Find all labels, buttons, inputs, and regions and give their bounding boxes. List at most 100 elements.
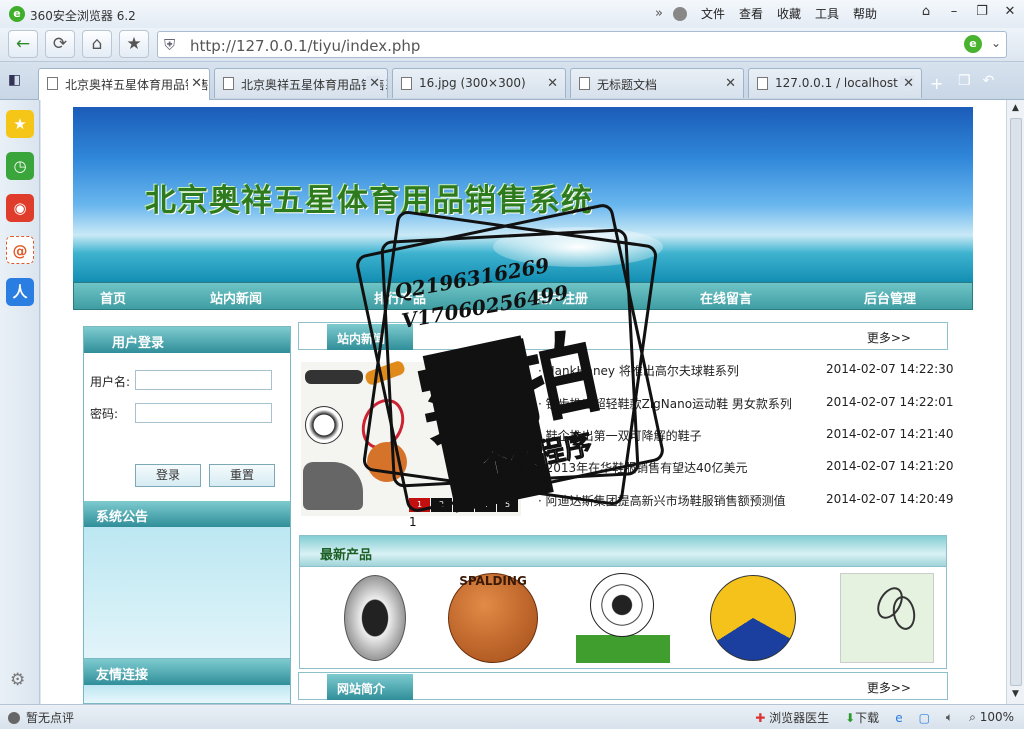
refresh-button[interactable]: ⟳: [45, 30, 75, 58]
news-date: 2014-02-07 14:20:49: [826, 492, 954, 506]
slide-4-button[interactable]: 4: [475, 498, 496, 512]
notice-heading: 系统公告: [84, 501, 290, 527]
zoom-level[interactable]: ⌕ 100%: [969, 710, 1014, 725]
scroll-thumb[interactable]: [1010, 118, 1022, 686]
downloads[interactable]: ⬇下载: [845, 709, 879, 726]
nav-home[interactable]: 首页: [100, 288, 126, 307]
login-button[interactable]: 登录: [135, 464, 201, 487]
weibo-icon[interactable]: ◉: [6, 194, 34, 222]
page-icon: [223, 77, 234, 90]
product-image: SPALDING: [448, 573, 538, 663]
tab-list-icon[interactable]: ❐: [958, 73, 971, 89]
chevron-down-icon[interactable]: ⌄: [991, 36, 1001, 50]
jump-rope-image: [363, 359, 407, 387]
undo-close-icon[interactable]: ↶: [983, 73, 995, 89]
site-nav: 首页 站内新闻 排行产品 用户注册 在线留言 后台管理: [73, 282, 973, 310]
restore-button[interactable]: ❐: [968, 0, 996, 24]
product-badminton-rackets[interactable]: [840, 573, 934, 663]
browser-doctor[interactable]: ✚ 浏览器医生: [755, 709, 829, 726]
user-avatar-icon[interactable]: [672, 6, 687, 21]
menu-tools[interactable]: 工具: [815, 5, 839, 22]
nav-ranking[interactable]: 排行产品: [374, 288, 426, 307]
news-title[interactable]: · 鞋企推出第一双可降解的鞋子: [538, 427, 702, 444]
ie-mode-icon[interactable]: e: [895, 711, 902, 725]
password-input[interactable]: [135, 403, 272, 423]
news-title[interactable]: · HankHaney 将推出高尔夫球鞋系列: [538, 362, 739, 379]
address-bar[interactable]: ⛨ http://127.0.0.1/tiyu/index.php e ⌄: [157, 31, 1007, 58]
security-shield-icon[interactable]: ⛨: [164, 36, 175, 54]
product-soccer-ball[interactable]: [576, 573, 670, 663]
slide-2-button[interactable]: 2: [431, 498, 452, 512]
tab-2[interactable]: 北京奥祥五星体育用品销售系统 ✕: [214, 68, 388, 98]
intro-header: 网站简介 更多>>: [298, 672, 948, 700]
soccer-ball-image: [305, 406, 343, 444]
product-volleyball[interactable]: [706, 573, 800, 663]
url-text[interactable]: http://127.0.0.1/tiyu/index.php: [190, 37, 420, 55]
menu-favorites[interactable]: 收藏: [777, 5, 801, 22]
nav-admin[interactable]: 后台管理: [864, 288, 916, 307]
sidebar-toggle-icon[interactable]: ◧: [8, 72, 21, 88]
menu-view[interactable]: 查看: [739, 5, 763, 22]
email-icon[interactable]: @: [6, 236, 34, 264]
tab-5[interactable]: 127.0.0.1 / localhost ✕: [748, 68, 922, 98]
username-input[interactable]: [135, 370, 272, 390]
product-spalding-basketball[interactable]: SPALDING: [446, 573, 540, 663]
close-tab-icon[interactable]: ✕: [188, 76, 202, 91]
close-tab-icon[interactable]: ✕: [366, 76, 380, 91]
products-header: 最新产品: [299, 535, 947, 567]
page-icon: [579, 77, 590, 90]
skin-icon[interactable]: ⌂: [912, 0, 940, 24]
browser-sidebar: ★ ◷ ◉ @ 人 ⚙: [0, 100, 40, 704]
chevron-right-icon[interactable]: »: [655, 6, 663, 21]
slide-5-button[interactable]: 5: [497, 498, 518, 512]
login-heading: 用户登录: [84, 327, 290, 353]
favorite-star-button[interactable]: ★: [119, 30, 149, 58]
username-label: 用户名:: [90, 375, 131, 389]
close-tab-icon[interactable]: ✕: [547, 76, 558, 91]
tab-3[interactable]: 16.jpg (300×300) ✕: [392, 68, 566, 98]
news-title[interactable]: · 阿迪达斯集团提高新兴市场鞋服销售额预测值: [538, 492, 786, 509]
slide-1-button[interactable]: 1: [409, 498, 430, 512]
products-heading: 最新产品: [320, 548, 373, 563]
news-slider[interactable]: 1 2 3 4 5 1: [301, 359, 521, 529]
new-tab-icon[interactable]: +: [930, 74, 943, 93]
tab-bar: ◧ 北京奥祥五星体育用品销售系统 ✕ 北京奥祥五星体育用品销售系统 ✕ 16.j…: [0, 62, 1024, 100]
nav-message[interactable]: 在线留言: [700, 288, 752, 307]
back-button[interactable]: ←: [8, 30, 38, 58]
password-label: 密码:: [90, 407, 119, 421]
tab-4[interactable]: 无标题文档 ✕: [570, 68, 744, 98]
menu-file[interactable]: 文件: [701, 5, 725, 22]
favorites-star-icon[interactable]: ★: [6, 110, 34, 138]
close-window-button[interactable]: ✕: [996, 0, 1024, 24]
window-icon[interactable]: ▢: [919, 711, 930, 725]
volume-icon[interactable]: 🔈︎: [946, 710, 953, 725]
reset-button[interactable]: 重置: [209, 464, 275, 487]
slide-3-button[interactable]: 3: [453, 498, 474, 512]
vertical-scrollbar[interactable]: ▲ ▼: [1006, 100, 1024, 704]
gear-icon[interactable]: ⚙: [10, 670, 25, 690]
menu-help[interactable]: 帮助: [853, 5, 877, 22]
scroll-up-icon[interactable]: ▲: [1012, 103, 1019, 113]
scroll-down-icon[interactable]: ▼: [1012, 689, 1019, 699]
status-left: 暂无点评: [8, 709, 74, 726]
nav-register[interactable]: 用户注册: [536, 288, 588, 307]
minimize-button[interactable]: –: [940, 0, 968, 24]
products-list: SPALDING: [299, 567, 947, 669]
news-title[interactable]: · 2013年在华鞋服销售有望达40亿美元: [538, 459, 747, 476]
product-black-white-ball[interactable]: [330, 573, 424, 663]
tab-label: 16.jpg (300×300): [419, 76, 526, 90]
intro-more-link[interactable]: 更多>>: [867, 679, 911, 696]
home-button[interactable]: ⌂: [82, 30, 112, 58]
nav-news[interactable]: 站内新闻: [210, 288, 262, 307]
compat-mode-icon[interactable]: e: [964, 35, 982, 53]
news-title[interactable]: · 锐步推出超轻鞋款ZigNano运动鞋 男女款系列: [538, 395, 792, 412]
tab-1[interactable]: 北京奥祥五星体育用品销售系统 ✕: [38, 68, 210, 100]
history-clock-icon[interactable]: ◷: [6, 152, 34, 180]
close-tab-icon[interactable]: ✕: [900, 76, 914, 91]
site-title: 北京奥祥五星体育用品销售系统: [145, 183, 593, 219]
assistant-icon[interactable]: 人: [6, 278, 34, 306]
news-more-link[interactable]: 更多>>: [867, 329, 911, 346]
close-tab-icon[interactable]: ✕: [725, 76, 736, 91]
rating-icon[interactable]: [8, 711, 20, 724]
rating-text[interactable]: 暂无点评: [26, 709, 74, 726]
